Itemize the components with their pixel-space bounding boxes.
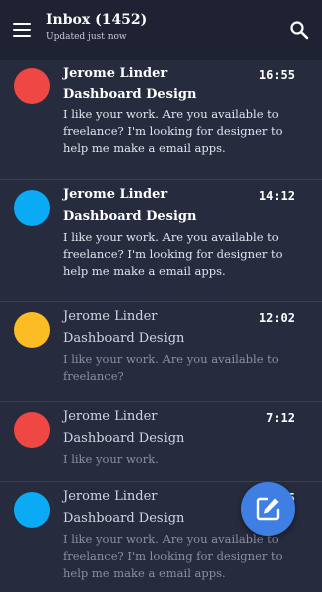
page-title: Inbox (1452) bbox=[46, 12, 148, 28]
sender-name: Jerome Linder bbox=[63, 309, 158, 324]
sender-name: Jerome Linder bbox=[63, 66, 168, 81]
email-item[interactable]: Jerome Linder 7:12 Dashboard Design I li… bbox=[0, 403, 322, 482]
sender-name: Jerome Linder bbox=[63, 409, 158, 424]
email-subject: Dashboard Design bbox=[63, 87, 197, 102]
email-subject: Dashboard Design bbox=[63, 331, 185, 346]
avatar bbox=[14, 312, 50, 348]
email-subject: Dashboard Design bbox=[63, 431, 185, 446]
email-subject: Dashboard Design bbox=[63, 511, 185, 526]
email-time: 12:02 bbox=[258, 311, 295, 325]
sender-name: Jerome Linder bbox=[63, 489, 158, 504]
search-icon[interactable] bbox=[288, 19, 310, 41]
avatar bbox=[14, 190, 50, 226]
email-preview: I like your work. Are you available to f… bbox=[63, 352, 279, 383]
update-status: Updated just now bbox=[46, 32, 127, 42]
email-item[interactable]: Jerome Linder 16:55 Dashboard Design I l… bbox=[0, 60, 322, 180]
email-preview: I like your work. Are you available to f… bbox=[63, 230, 283, 278]
sender-name: Jerome Linder bbox=[63, 187, 168, 202]
avatar bbox=[14, 492, 50, 528]
compose-button[interactable] bbox=[241, 482, 295, 536]
email-preview: I like your work. Are you available to f… bbox=[63, 532, 283, 580]
avatar bbox=[14, 412, 50, 448]
email-item[interactable]: Jerome Linder 14:12 Dashboard Design I l… bbox=[0, 181, 322, 302]
email-preview: I like your work. Are you available to f… bbox=[63, 107, 283, 155]
email-item[interactable]: Jerome Linder 12:02 Dashboard Design I l… bbox=[0, 303, 322, 402]
avatar bbox=[14, 68, 50, 104]
menu-icon[interactable] bbox=[13, 23, 31, 37]
email-time: 16:55 bbox=[258, 68, 295, 82]
compose-icon bbox=[256, 497, 280, 521]
email-preview: I like your work. bbox=[63, 452, 159, 466]
app-bar: Inbox (1452) Updated just now bbox=[0, 0, 322, 60]
email-time: 14:12 bbox=[258, 189, 295, 203]
email-subject: Dashboard Design bbox=[63, 209, 197, 224]
email-time: 7:12 bbox=[266, 411, 295, 425]
